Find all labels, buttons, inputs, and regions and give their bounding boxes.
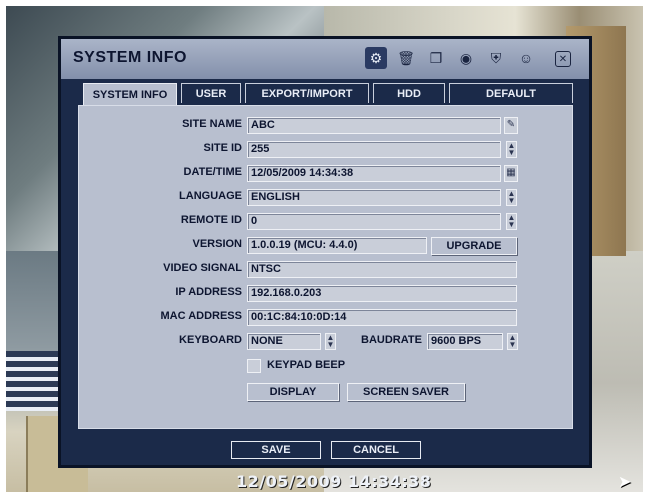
close-icon[interactable]: ✕	[555, 51, 571, 67]
osd-timestamp: 12/05/2009 14:34:38	[236, 472, 432, 491]
gear-icon[interactable]: ⚙	[365, 47, 387, 69]
tab-default[interactable]: DEFAULT	[449, 83, 573, 103]
mac-address-label: MAC ADDRESS	[160, 310, 243, 322]
trash-icon[interactable]: 🗑	[395, 47, 417, 69]
baudrate-stepper[interactable]: ▲ ▼	[507, 333, 518, 350]
keypad-beep-label: KEYPAD BEEP	[267, 359, 346, 371]
tab-export-import[interactable]: EXPORT/IMPORT	[245, 83, 369, 103]
upgrade-button[interactable]: UPGRADE	[431, 237, 517, 255]
screen-saver-button[interactable]: SCREEN SAVER	[347, 383, 465, 401]
site-id-label: SITE ID	[203, 142, 242, 154]
tab-system-info[interactable]: SYSTEM INFO	[83, 83, 177, 105]
edit-icon[interactable]: ✎	[504, 117, 518, 134]
cancel-button[interactable]: CANCEL	[331, 441, 421, 459]
title-bar: SYSTEM INFO ⚙ 🗑 ❐ ◉ ⛨ ☺ ✕	[61, 39, 589, 79]
mouse-cursor-icon: ➤	[618, 474, 632, 491]
baudrate-label: BAUDRATE	[361, 334, 422, 346]
baudrate-select[interactable]: 9600 BPS	[427, 333, 503, 350]
system-info-dialog: SYSTEM INFO ⚙ 🗑 ❐ ◉ ⛨ ☺ ✕ SYSTEM INFO US…	[58, 36, 592, 468]
site-name-field[interactable]: ABC	[247, 117, 501, 134]
language-select[interactable]: ENGLISH	[247, 189, 501, 206]
site-id-field[interactable]: 255	[247, 141, 501, 158]
calendar-icon[interactable]: ▦	[504, 165, 518, 182]
ip-address-label: IP ADDRESS	[175, 286, 242, 298]
remote-id-stepper[interactable]: ▲ ▼	[506, 213, 517, 230]
keyboard-select[interactable]: NONE	[247, 333, 321, 350]
language-label: LANGUAGE	[179, 190, 242, 202]
copy-icon[interactable]: ❐	[425, 47, 447, 69]
keyboard-stepper[interactable]: ▲ ▼	[325, 333, 336, 350]
camera-scene-shelf	[6, 351, 66, 411]
remote-id-label: REMOTE ID	[180, 214, 242, 226]
tab-hdd[interactable]: HDD	[373, 83, 445, 103]
tab-bar: SYSTEM INFO USER EXPORT/IMPORT HDD DEFAU…	[83, 83, 573, 105]
globe-icon[interactable]: ◉	[455, 47, 477, 69]
mac-address-field: 00:1C:84:10:0D:14	[247, 309, 517, 326]
site-name-label: SITE NAME	[182, 118, 242, 130]
video-signal-field: NTSC	[247, 261, 517, 278]
dialog-title: SYSTEM INFO	[73, 49, 187, 66]
site-id-stepper[interactable]: ▲ ▼	[506, 141, 517, 158]
keypad-beep-checkbox[interactable]	[247, 359, 261, 373]
ip-address-field: 192.168.0.203	[247, 285, 517, 302]
display-button[interactable]: DISPLAY	[247, 383, 339, 401]
date-time-field[interactable]: 12/05/2009 14:34:38	[247, 165, 501, 182]
user-icon[interactable]: ☺	[515, 47, 537, 69]
save-button[interactable]: SAVE	[231, 441, 321, 459]
video-signal-label: VIDEO SIGNAL	[163, 262, 242, 274]
remote-id-field[interactable]: 0	[247, 213, 501, 230]
tab-user[interactable]: USER	[181, 83, 241, 103]
system-info-panel: SITE NAME ABC ✎ SITE ID 255 ▲ ▼ DATE/TIME…	[78, 105, 573, 429]
version-field: 1.0.0.19 (MCU: 4.4.0)	[247, 237, 427, 254]
date-time-label: DATE/TIME	[183, 166, 242, 178]
keyboard-label: KEYBOARD	[179, 334, 242, 346]
language-stepper[interactable]: ▲ ▼	[506, 189, 517, 206]
shield-icon[interactable]: ⛨	[485, 47, 507, 69]
version-label: VERSION	[192, 238, 242, 250]
